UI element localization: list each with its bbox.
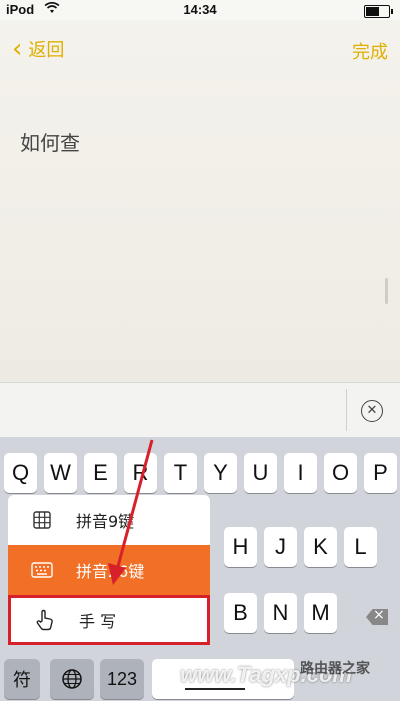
symbols-key[interactable]: 符 <box>4 659 40 699</box>
menu-item-label: 拼音9键 <box>76 512 135 531</box>
menu-item-handwriting[interactable]: 手 写 <box>8 595 210 645</box>
note-editor[interactable]: ‹ 返回 完成 如何查 <box>0 20 400 360</box>
back-button[interactable]: ‹ 返回 <box>12 36 64 62</box>
key-h[interactable]: H <box>224 527 257 567</box>
back-label: 返回 <box>28 40 65 61</box>
globe-icon <box>62 669 82 689</box>
key-j[interactable]: J <box>264 527 297 567</box>
clock: 14:34 <box>183 2 217 17</box>
globe-key[interactable] <box>50 659 94 699</box>
note-text[interactable]: 如何查 <box>20 127 80 156</box>
keyboard-icon <box>30 558 54 582</box>
key-k[interactable]: K <box>304 527 337 567</box>
key-y[interactable]: Y <box>204 453 237 493</box>
candidate-bar: ✕ <box>0 382 400 438</box>
hand-pointer-icon <box>33 608 57 632</box>
key-u[interactable]: U <box>244 453 277 493</box>
battery-icon <box>364 5 393 18</box>
menu-item-label: 拼音26键 <box>76 562 145 581</box>
done-button[interactable]: 完成 <box>352 38 388 64</box>
divider <box>346 389 347 431</box>
menu-item-pinyin-26[interactable]: 拼音26键 <box>8 545 210 595</box>
key-n[interactable]: N <box>264 593 297 633</box>
numbers-key[interactable]: 123 <box>100 659 144 699</box>
clear-icon[interactable]: ✕ <box>361 400 383 422</box>
grid-keypad-icon <box>30 508 54 532</box>
key-e[interactable]: E <box>84 453 117 493</box>
key-b[interactable]: B <box>224 593 257 633</box>
key-l[interactable]: L <box>344 527 377 567</box>
key-q[interactable]: Q <box>4 453 37 493</box>
key-w[interactable]: W <box>44 453 77 493</box>
menu-item-label: 手 写 <box>79 612 117 631</box>
scroll-indicator <box>385 278 388 304</box>
menu-item-pinyin-9[interactable]: 拼音9键 <box>8 495 210 545</box>
key-r[interactable]: R <box>124 453 157 493</box>
key-o[interactable]: O <box>324 453 357 493</box>
key-p[interactable]: P <box>364 453 397 493</box>
key-m[interactable]: M <box>304 593 337 633</box>
status-bar: iPod 14:34 <box>0 0 400 20</box>
backspace-key[interactable]: × <box>362 601 394 633</box>
key-i[interactable]: I <box>284 453 317 493</box>
cursor-hint <box>185 688 245 690</box>
watermark-site: 路由器之家 <box>300 661 370 677</box>
input-method-menu: 拼音9键 拼音26键 手 写 <box>8 495 210 650</box>
key-t[interactable]: T <box>164 453 197 493</box>
chevron-left-icon: ‹ <box>12 34 23 64</box>
